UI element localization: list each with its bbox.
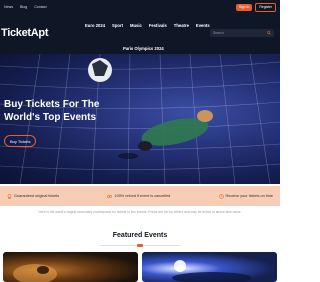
site-logo[interactable]: TicketApt	[1, 27, 49, 39]
hero-title-line-1: Buy Tickets For The	[4, 99, 100, 110]
main-header: TicketApt Euro 2024 Sport Music Festival…	[0, 14, 280, 54]
nav-item-sport[interactable]: Sport	[112, 23, 123, 28]
nav-item-euro-2024[interactable]: Euro 2024	[85, 23, 105, 28]
hero-title: Buy Tickets For The World's Top Events	[4, 98, 114, 124]
sign-in-button[interactable]: Sign In	[235, 3, 253, 11]
event-image	[172, 260, 252, 282]
refund-icon	[107, 194, 113, 198]
clock-icon	[218, 193, 224, 199]
primary-nav: Euro 2024 Sport Music Festivals Theatre …	[85, 23, 210, 28]
nav-item-music[interactable]: Music	[130, 23, 142, 28]
hero-banner: Buy Tickets For The World's Top Events B…	[0, 54, 280, 184]
nav-item-paris-olympics[interactable]: Paris Olympics 2024	[123, 46, 164, 51]
register-button[interactable]: Register	[255, 2, 276, 12]
feature-label: 100% refund if event is cancelled	[114, 194, 171, 198]
feature-item: Guaranteed original tickets	[7, 193, 60, 199]
utility-links: News Blog Contact	[4, 5, 47, 9]
tagline-text: Here is the world's largest secondary ma…	[38, 210, 242, 214]
nav-item-theatre[interactable]: Theatre	[174, 23, 189, 28]
search-input[interactable]: Search	[210, 29, 274, 37]
search-placeholder: Search	[213, 31, 224, 35]
secondary-nav: Paris Olympics 2024	[123, 37, 164, 55]
features-strip: Guaranteed original tickets 100% refund …	[0, 186, 280, 206]
top-utility-bar: News Blog Contact Sign In Register	[0, 0, 280, 14]
badge-icon	[7, 193, 12, 199]
news-link[interactable]: News	[4, 5, 13, 9]
account-actions: Sign In Register	[235, 2, 276, 12]
feature-item: 100% refund if event is cancelled	[107, 194, 170, 199]
nav-item-festivals[interactable]: Festivals	[149, 23, 167, 28]
hero-title-line-2: World's Top Events	[4, 112, 97, 123]
contact-link[interactable]: Contact	[34, 5, 46, 9]
blog-link[interactable]: Blog	[20, 5, 27, 9]
buy-tickets-button[interactable]: Buy Tickets	[4, 135, 37, 147]
featured-events-heading: Featured Events	[112, 232, 168, 239]
feature-item: Receive your tickets on time	[218, 193, 273, 199]
feature-label: Receive your tickets on time	[225, 194, 273, 198]
featured-event-card[interactable]	[3, 252, 138, 282]
featured-event-card[interactable]	[142, 252, 277, 282]
search-icon[interactable]	[267, 31, 271, 35]
heading-accent	[137, 243, 143, 247]
nav-item-events[interactable]: Events	[196, 23, 210, 28]
feature-label: Guaranteed original tickets	[14, 194, 60, 198]
event-image	[13, 264, 57, 282]
